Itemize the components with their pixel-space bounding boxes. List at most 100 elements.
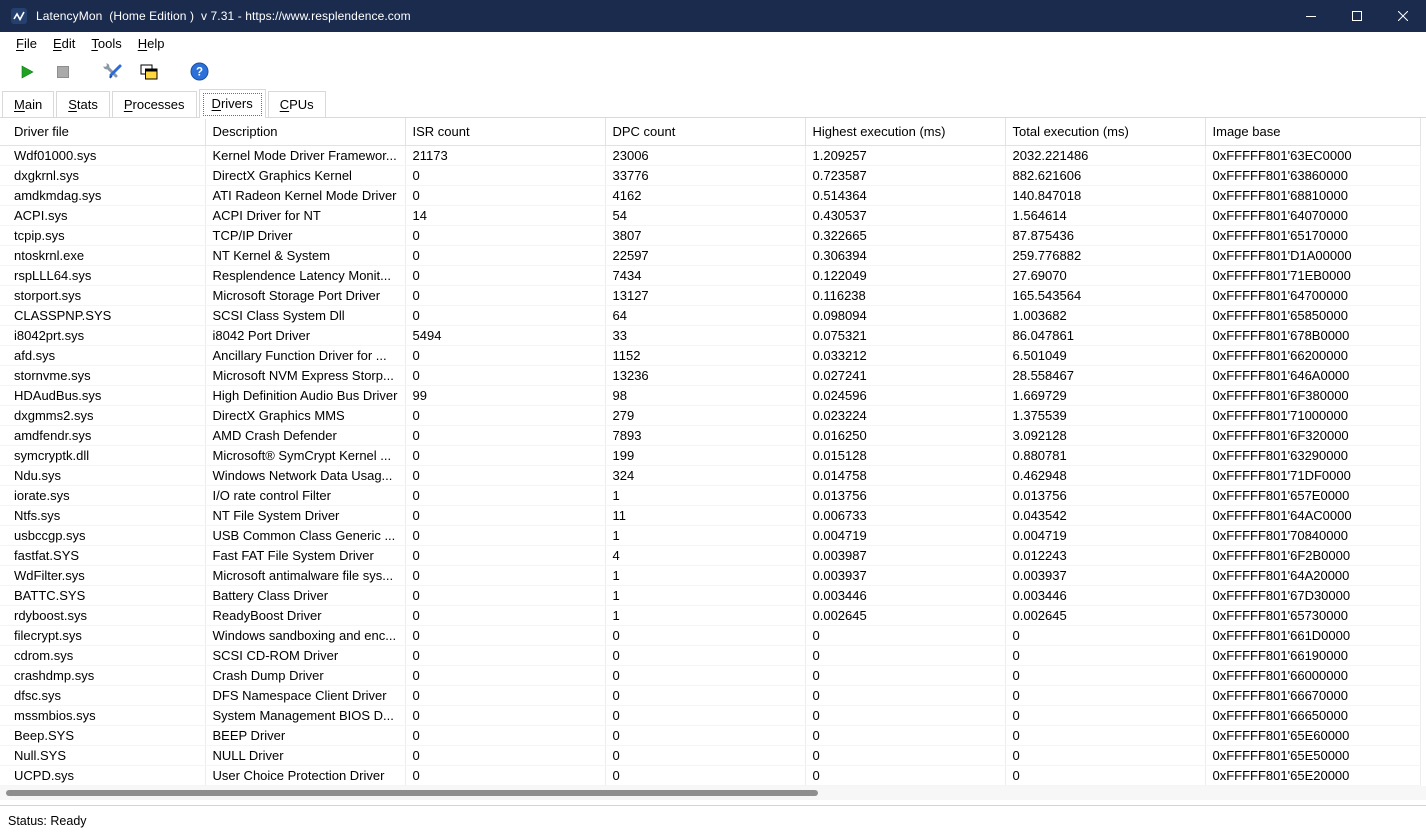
table-row[interactable]: ntoskrnl.exe NT Kernel & System 0 22597 … (0, 245, 1426, 266)
label-key: D (211, 96, 221, 111)
svg-text:?: ? (195, 67, 202, 79)
horizontal-scrollbar[interactable] (0, 786, 1426, 800)
cell-filler (1420, 486, 1426, 506)
tab-cpus[interactable]: CPUs (267, 91, 326, 118)
cell-dpc-count: 1152 (605, 345, 806, 366)
col-header-driver-file[interactable]: Driver file (0, 118, 206, 146)
cell-image-base: 0xFFFFF801'66200000 (1205, 345, 1421, 366)
col-header-image-base[interactable]: Image base (1205, 118, 1421, 146)
table-row[interactable]: stornvme.sys Microsoft NVM Express Storp… (0, 365, 1426, 386)
cell-description: NULL Driver (205, 745, 406, 766)
cell-total-execution: 86.047861 (1005, 325, 1206, 346)
cell-description: ReadyBoost Driver (205, 605, 406, 626)
table-row[interactable]: amdkmdag.sys ATI Radeon Kernel Mode Driv… (0, 185, 1426, 206)
table-row[interactable]: CLASSPNP.SYS SCSI Class System Dll 0 64 … (0, 305, 1426, 326)
table-row[interactable]: afd.sys Ancillary Function Driver for ..… (0, 345, 1426, 366)
copy-icon (140, 64, 158, 79)
cell-image-base: 0xFFFFF801'66000000 (1205, 665, 1421, 686)
cell-driver-file: BATTC.SYS (0, 585, 206, 606)
stop-monitoring-button[interactable] (48, 58, 78, 86)
cell-image-base: 0xFFFFF801'65E60000 (1205, 725, 1421, 746)
minimize-button[interactable] (1288, 0, 1334, 32)
cell-dpc-count: 324 (605, 465, 806, 486)
tab-stats[interactable]: Stats (56, 91, 110, 118)
table-row[interactable]: tcpip.sys TCP/IP Driver 0 3807 0.322665 … (0, 225, 1426, 246)
tab-main[interactable]: Main (2, 91, 55, 118)
cell-filler (1420, 706, 1426, 726)
col-header-dpc-count[interactable]: DPC count (605, 118, 806, 146)
table-row[interactable]: crashdmp.sys Crash Dump Driver 0 0 0 0 0… (0, 665, 1426, 686)
cell-total-execution: 6.501049 (1005, 345, 1206, 366)
table-row[interactable]: WdFilter.sys Microsoft antimalware file … (0, 565, 1426, 586)
tab-drivers[interactable]: Drivers (198, 89, 266, 119)
close-button[interactable] (1380, 0, 1426, 32)
table-row[interactable]: rdyboost.sys ReadyBoost Driver 0 1 0.002… (0, 605, 1426, 626)
table-row[interactable]: cdrom.sys SCSI CD-ROM Driver 0 0 0 0 0xF… (0, 645, 1426, 666)
cell-total-execution: 0.880781 (1005, 445, 1206, 466)
help-button[interactable]: ? (184, 58, 214, 86)
cell-image-base: 0xFFFFF801'657E0000 (1205, 485, 1421, 506)
table-row[interactable]: rspLLL64.sys Resplendence Latency Monit.… (0, 265, 1426, 286)
col-header-description[interactable]: Description (205, 118, 406, 146)
cell-image-base: 0xFFFFF801'63290000 (1205, 445, 1421, 466)
cell-highest-execution: 0.027241 (805, 365, 1006, 386)
table-row[interactable]: dxgkrnl.sys DirectX Graphics Kernel 0 33… (0, 165, 1426, 186)
maximize-button[interactable] (1334, 0, 1380, 32)
col-header-total-execution[interactable]: Total execution (ms) (1005, 118, 1206, 146)
cell-filler (1420, 286, 1426, 306)
table-row[interactable]: HDAudBus.sys High Definition Audio Bus D… (0, 385, 1426, 406)
copy-report-button[interactable] (134, 58, 164, 86)
cell-driver-file: UCPD.sys (0, 765, 206, 786)
table-row[interactable]: ACPI.sys ACPI Driver for NT 14 54 0.4305… (0, 205, 1426, 226)
cell-description: Crash Dump Driver (205, 665, 406, 686)
menu-file[interactable]: File (8, 34, 45, 53)
tab-processes[interactable]: Processes (111, 91, 197, 118)
table-row[interactable]: Ndu.sys Windows Network Data Usag... 0 3… (0, 465, 1426, 486)
scrollbar-thumb[interactable] (6, 790, 818, 796)
cell-description: User Choice Protection Driver (205, 765, 406, 786)
table-row[interactable]: dxgmms2.sys DirectX Graphics MMS 0 279 0… (0, 405, 1426, 426)
table-row[interactable]: usbccgp.sys USB Common Class Generic ...… (0, 525, 1426, 546)
cell-highest-execution: 0.514364 (805, 185, 1006, 206)
table-row[interactable]: BATTC.SYS Battery Class Driver 0 1 0.003… (0, 585, 1426, 606)
cell-image-base: 0xFFFFF801'65170000 (1205, 225, 1421, 246)
cell-isr-count: 0 (405, 585, 606, 606)
table-row[interactable]: Null.SYS NULL Driver 0 0 0 0 0xFFFFF801'… (0, 745, 1426, 766)
menu-help[interactable]: Help (130, 34, 173, 53)
options-button[interactable] (98, 58, 128, 86)
col-header-highest-execution[interactable]: Highest execution (ms) (805, 118, 1006, 146)
table-row[interactable]: mssmbios.sys System Management BIOS D...… (0, 705, 1426, 726)
table-row[interactable]: i8042prt.sys i8042 Port Driver 5494 33 0… (0, 325, 1426, 346)
table-row[interactable]: Wdf01000.sys Kernel Mode Driver Framewor… (0, 145, 1426, 166)
start-icon (21, 64, 34, 79)
cell-highest-execution: 0.016250 (805, 425, 1006, 446)
cell-driver-file: iorate.sys (0, 485, 206, 506)
table-row[interactable]: fastfat.SYS Fast FAT File System Driver … (0, 545, 1426, 566)
table-row[interactable]: UCPD.sys User Choice Protection Driver 0… (0, 765, 1426, 786)
menu-edit[interactable]: Edit (45, 34, 83, 53)
table-row[interactable]: amdfendr.sys AMD Crash Defender 0 7893 0… (0, 425, 1426, 446)
cell-dpc-count: 54 (605, 205, 806, 226)
cell-filler (1420, 526, 1426, 546)
cell-dpc-count: 7893 (605, 425, 806, 446)
cell-driver-file: amdfendr.sys (0, 425, 206, 446)
cell-isr-count: 0 (405, 525, 606, 546)
cell-filler (1420, 386, 1426, 406)
cell-isr-count: 0 (405, 725, 606, 746)
table-row[interactable]: Ntfs.sys NT File System Driver 0 11 0.00… (0, 505, 1426, 526)
cell-description: Resplendence Latency Monit... (205, 265, 406, 286)
menu-tools[interactable]: Tools (83, 34, 129, 53)
start-monitoring-button[interactable] (12, 58, 42, 86)
table-row[interactable]: iorate.sys I/O rate control Filter 0 1 0… (0, 485, 1426, 506)
table-row[interactable]: symcryptk.dll Microsoft® SymCrypt Kernel… (0, 445, 1426, 466)
cell-dpc-count: 1 (605, 565, 806, 586)
cell-dpc-count: 1 (605, 485, 806, 506)
table-row[interactable]: Beep.SYS BEEP Driver 0 0 0 0 0xFFFFF801'… (0, 725, 1426, 746)
table-row[interactable]: filecrypt.sys Windows sandboxing and enc… (0, 625, 1426, 646)
cell-highest-execution: 0 (805, 765, 1006, 786)
table-row[interactable]: storport.sys Microsoft Storage Port Driv… (0, 285, 1426, 306)
table-row[interactable]: dfsc.sys DFS Namespace Client Driver 0 0… (0, 685, 1426, 706)
app-window: LatencyMon (Home Edition ) v 7.31 - http… (0, 0, 1426, 836)
col-header-isr-count[interactable]: ISR count (405, 118, 606, 146)
cell-image-base: 0xFFFFF801'6F2B0000 (1205, 545, 1421, 566)
